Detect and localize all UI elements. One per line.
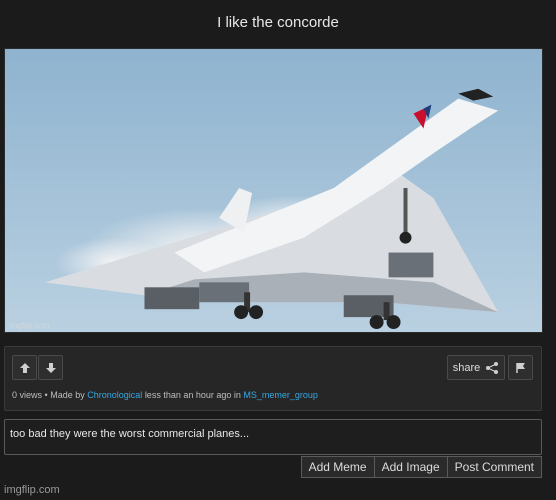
share-icon <box>486 361 499 374</box>
meta-separator: • <box>44 390 48 400</box>
comment-input[interactable] <box>4 419 542 455</box>
post-meta: 0 views • Made by Chronological less tha… <box>12 390 318 400</box>
post-comment-button[interactable]: Post Comment <box>446 456 542 478</box>
share-label: share <box>452 361 481 374</box>
comment-actions: Add Meme Add Image Post Comment <box>300 456 542 478</box>
time-text: less than an hour ago in <box>144 390 241 400</box>
arrow-down-icon <box>45 362 56 373</box>
upvote-button[interactable] <box>12 355 37 380</box>
view-count: 0 views <box>12 390 43 400</box>
image-watermark: imgflip.com <box>9 321 50 330</box>
share-button[interactable]: share <box>447 355 505 380</box>
imgflip-logo[interactable]: imgflip.com <box>4 484 60 496</box>
flag-button[interactable] <box>508 355 533 380</box>
stream-link[interactable]: MS_memer_group <box>243 390 318 400</box>
concorde-image-graphic <box>5 49 542 332</box>
post-title: I like the concorde <box>217 14 339 31</box>
add-image-button[interactable]: Add Image <box>373 456 448 478</box>
post-info-panel: share 0 views • Made by Chronological le… <box>4 346 542 411</box>
arrow-up-icon <box>19 362 30 373</box>
downvote-button[interactable] <box>38 355 63 380</box>
add-meme-button[interactable]: Add Meme <box>300 456 375 478</box>
author-link[interactable]: Chronological <box>87 390 142 400</box>
meme-image[interactable]: imgflip.com <box>4 48 543 333</box>
made-by-label: Made by <box>50 390 85 400</box>
flag-icon <box>515 362 525 373</box>
